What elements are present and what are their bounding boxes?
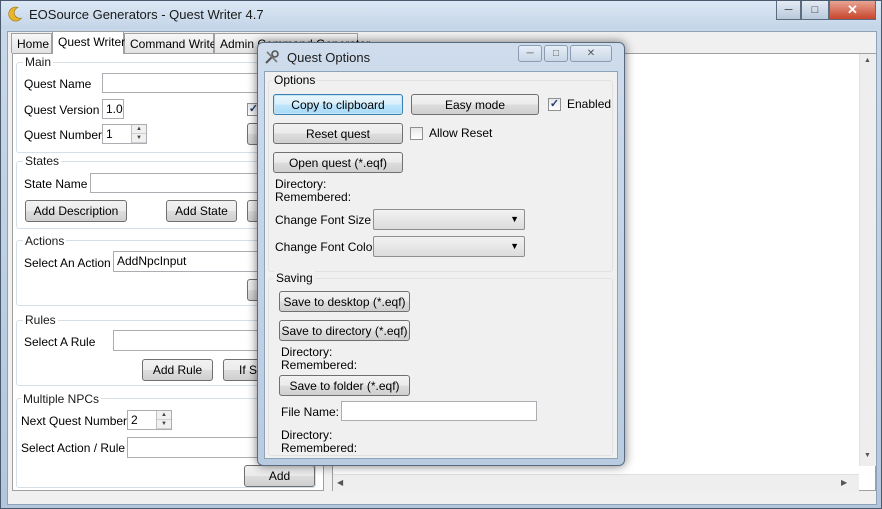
add-rule-button[interactable]: Add Rule	[142, 359, 213, 381]
enabled-label: Enabled	[567, 97, 612, 111]
saving-directory-label: Directory:	[281, 345, 333, 359]
change-font-size-label: Change Font Size	[275, 213, 372, 227]
tab-home[interactable]: Home	[11, 33, 52, 53]
quest-options-dialog: Quest Options ─ □ ✕ Options Copy to clip…	[257, 42, 625, 466]
allow-reset-checkbox[interactable]	[410, 127, 423, 140]
spin-up-icon: ▲	[132, 125, 146, 134]
change-font-color-label: Change Font Color	[275, 240, 377, 254]
add-description-button[interactable]: Add Description	[25, 200, 127, 222]
dialog-close-button[interactable]: ✕	[570, 45, 612, 62]
tools-icon	[265, 50, 279, 64]
scroll-right-icon[interactable]: ▶	[841, 478, 847, 487]
window-title: EOSource Generators - Quest Writer 4.7	[29, 7, 264, 22]
quest-number-stepper[interactable]: 1 ▲ ▼	[102, 124, 147, 144]
dialog-client: Options Copy to clipboard Easy mode ✓ En…	[264, 71, 618, 459]
dialog-maximize-button[interactable]: □	[544, 45, 568, 62]
scroll-up-icon[interactable]: ▲	[864, 57, 871, 64]
copy-to-clipboard-button[interactable]: Copy to clipboard	[273, 94, 403, 115]
tab-command-writer[interactable]: Command Writer	[124, 33, 220, 53]
rules-group-title: Rules	[23, 313, 58, 327]
select-rule-label: Select A Rule	[24, 335, 96, 349]
options-group-title: Options	[272, 73, 318, 87]
dialog-minimize-button[interactable]: ─	[518, 45, 542, 62]
maximize-icon: □	[811, 4, 819, 16]
app-moon-icon	[8, 6, 23, 22]
quest-name-label: Quest Name	[24, 77, 92, 91]
saving-directory-label-2: Directory:	[281, 428, 333, 442]
allow-reset-label: Allow Reset	[429, 126, 493, 140]
minimize-button[interactable]: ─	[776, 1, 801, 20]
close-icon: ✕	[847, 2, 858, 17]
spin-down-icon: ▼	[132, 134, 146, 143]
next-quest-number-value: 2	[131, 413, 138, 427]
next-quest-number-label: Next Quest Number	[21, 414, 128, 428]
spin-up-icon: ▲	[157, 411, 171, 420]
tab-quest-writer[interactable]: Quest Writer	[52, 31, 125, 54]
maximize-button[interactable]: □	[801, 1, 829, 20]
quest-version-input[interactable]: 1.0	[102, 99, 124, 119]
dialog-title: Quest Options	[287, 50, 371, 65]
enabled-checkbox[interactable]: ✓	[548, 98, 561, 111]
horizontal-scrollbar[interactable]: ◀ ▶	[333, 474, 859, 491]
next-quest-number-stepper[interactable]: 2 ▲ ▼	[127, 410, 172, 430]
select-action-label: Select An Action	[24, 256, 111, 270]
multiple-npcs-group-title: Multiple NPCs	[21, 392, 102, 406]
dropdown-arrow-icon: ▼	[510, 214, 519, 224]
font-size-dropdown[interactable]: ▼	[373, 209, 525, 230]
easy-mode-button[interactable]: Easy mode	[411, 94, 539, 115]
file-name-label: File Name:	[281, 405, 340, 419]
saving-remembered-label: Remembered:	[281, 358, 358, 372]
vertical-scrollbar[interactable]: ▲ ▼	[859, 54, 876, 466]
save-to-folder-button[interactable]: Save to folder (*.eqf)	[279, 375, 410, 396]
add-state-button[interactable]: Add State	[166, 200, 237, 222]
select-action-rule-label: Select Action / Rule	[21, 441, 126, 455]
saving-remembered-label-2: Remembered:	[281, 441, 358, 455]
save-to-directory-button[interactable]: Save to directory (*.eqf)	[279, 320, 410, 341]
add-button[interactable]: Add	[244, 465, 315, 487]
states-group-title: States	[23, 154, 62, 168]
title-bar[interactable]: EOSource Generators - Quest Writer 4.7 ─…	[1, 1, 881, 29]
actions-group-title: Actions	[23, 234, 67, 248]
dropdown-arrow-icon: ▼	[510, 241, 519, 251]
file-name-input[interactable]	[341, 401, 537, 421]
next-quest-number-spin[interactable]: ▲ ▼	[156, 411, 171, 429]
quest-number-spin[interactable]: ▲ ▼	[131, 125, 146, 143]
main-group-title: Main	[23, 55, 54, 69]
options-directory-label: Directory:	[275, 177, 327, 191]
scroll-left-icon[interactable]: ◀	[337, 478, 343, 487]
state-name-label: State Name	[24, 177, 88, 191]
options-remembered-label: Remembered:	[275, 190, 352, 204]
close-button[interactable]: ✕	[829, 1, 876, 20]
open-quest-button[interactable]: Open quest (*.eqf)	[273, 152, 403, 173]
quest-number-label: Quest Number	[24, 128, 103, 142]
save-to-desktop-button[interactable]: Save to desktop (*.eqf)	[279, 291, 410, 312]
scroll-down-icon[interactable]: ▼	[864, 452, 871, 459]
close-icon: ✕	[586, 48, 596, 59]
saving-group-title: Saving	[274, 271, 315, 285]
font-color-dropdown[interactable]: ▼	[373, 236, 525, 257]
minimize-icon: ─	[784, 4, 793, 16]
quest-version-label: Quest Version	[24, 103, 100, 117]
minimize-icon: ─	[526, 48, 534, 59]
spin-down-icon: ▼	[157, 420, 171, 429]
reset-quest-button[interactable]: Reset quest	[273, 123, 403, 144]
quest-number-value: 1	[106, 127, 113, 141]
maximize-icon: □	[552, 48, 560, 59]
